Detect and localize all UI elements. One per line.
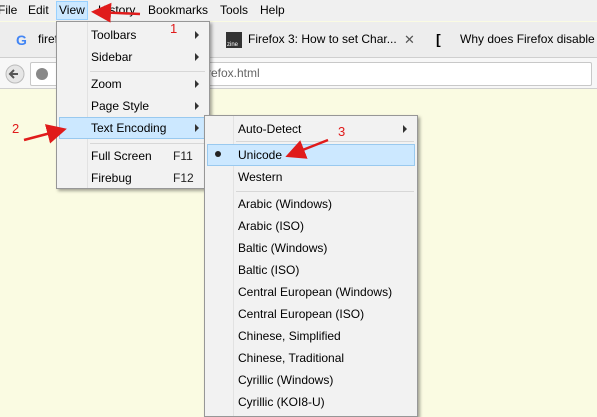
arrow-icon bbox=[91, 2, 141, 23]
arrow-icon bbox=[23, 124, 67, 144]
arrow-icon bbox=[285, 138, 329, 159]
annotation-arrows bbox=[23, 2, 329, 159]
